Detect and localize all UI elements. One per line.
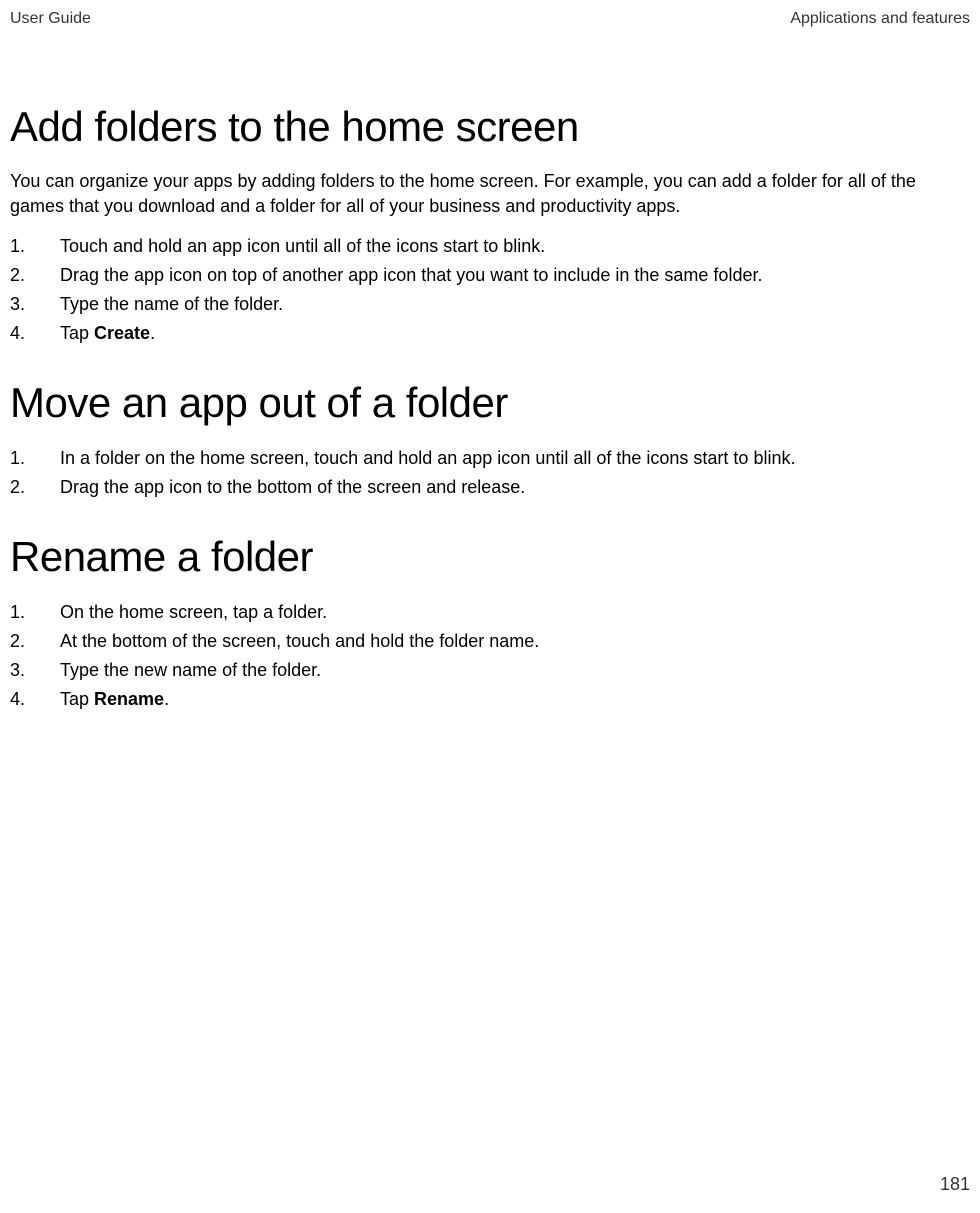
header-left: User Guide (10, 10, 91, 28)
section-title-2: Move an app out of a folder (10, 379, 970, 427)
section-title-1: Add folders to the home screen (10, 103, 970, 151)
section-intro-1: You can organize your apps by adding fol… (10, 169, 970, 219)
list-item: Touch and hold an app icon until all of … (10, 233, 970, 260)
list-item: Type the name of the folder. (10, 291, 970, 318)
list-item: Tap Create. (10, 320, 970, 347)
list-item: Tap Rename. (10, 686, 970, 713)
list-item: Type the new name of the folder. (10, 657, 970, 684)
list-item: Drag the app icon to the bottom of the s… (10, 474, 970, 501)
steps-list-3: On the home screen, tap a folder. At the… (10, 599, 970, 713)
page-header: User Guide Applications and features (10, 10, 970, 28)
header-right: Applications and features (790, 10, 970, 28)
section-title-3: Rename a folder (10, 533, 970, 581)
steps-list-2: In a folder on the home screen, touch an… (10, 445, 970, 501)
steps-list-1: Touch and hold an app icon until all of … (10, 233, 970, 347)
list-item: On the home screen, tap a folder. (10, 599, 970, 626)
list-item: Drag the app icon on top of another app … (10, 262, 970, 289)
list-item: At the bottom of the screen, touch and h… (10, 628, 970, 655)
list-item: In a folder on the home screen, touch an… (10, 445, 970, 472)
page-number: 181 (940, 1174, 970, 1195)
